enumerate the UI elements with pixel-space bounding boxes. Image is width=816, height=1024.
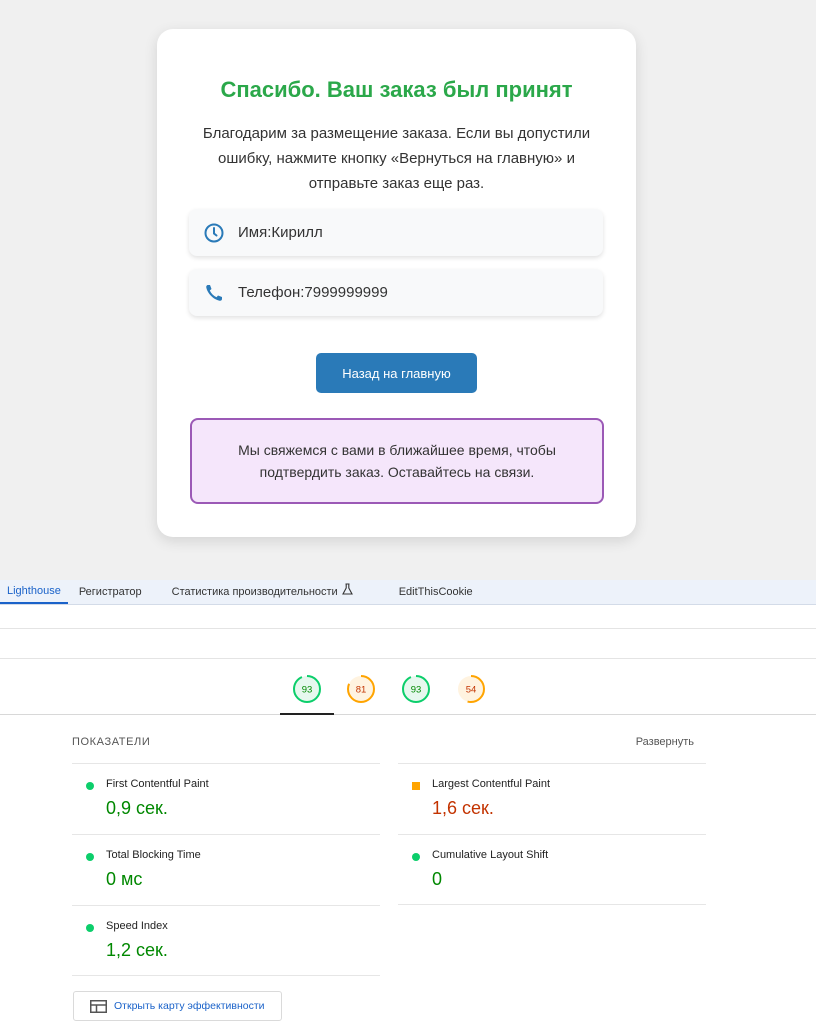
tab-lighthouse[interactable]: Lighthouse	[0, 579, 68, 604]
treemap-button-label: Открыть карту эффективности	[114, 1000, 265, 1012]
metric-lcp: Largest Contentful Paint 1,6 сек.	[398, 763, 706, 834]
metric-value: 1,6 сек.	[432, 798, 494, 818]
active-gauge-indicator	[280, 713, 334, 715]
back-home-button[interactable]: Назад на главную	[316, 353, 477, 393]
clock-icon	[203, 222, 225, 244]
gauge-score: 93	[302, 685, 313, 696]
treemap-icon	[90, 999, 107, 1013]
phone-icon	[203, 282, 225, 304]
page-viewport: Спасибо. Ваш заказ был принят Благодарим…	[0, 0, 816, 580]
customer-name-row: Имя:Кирилл	[189, 209, 603, 256]
tab-recorder[interactable]: Регистратор	[72, 579, 149, 604]
open-treemap-button[interactable]: Открыть карту эффективности	[73, 991, 282, 1021]
metrics-label: ПОКАЗАТЕЛИ	[72, 736, 151, 748]
tab-label: Регистратор	[78, 585, 142, 598]
score-gauge-seo[interactable]: 54	[456, 674, 486, 704]
tab-label: Lighthouse	[7, 584, 61, 597]
metric-name: Largest Contentful Paint	[432, 778, 551, 790]
tab-label: Статистика производительности	[171, 585, 338, 598]
metric-name: Total Blocking Time	[106, 849, 201, 861]
customer-name: Имя:Кирилл	[238, 224, 323, 241]
metric-value: 1,2 сек.	[106, 940, 168, 960]
tab-label: EditThisCookie	[398, 585, 473, 598]
toolbar-strip	[0, 605, 816, 629]
devtools-panel: Lighthouse Регистратор Статистика произв…	[0, 580, 816, 1024]
flask-icon	[341, 580, 353, 604]
contact-notice: Мы свяжемся с вами в ближайшее время, чт…	[190, 418, 604, 504]
status-dot	[86, 924, 94, 932]
metric-speed-index: Speed Index 1,2 сек.	[72, 905, 380, 976]
metric-value: 0,9 сек.	[106, 798, 168, 818]
metric-name: Cumulative Layout Shift	[432, 849, 549, 861]
report-url-strip	[0, 629, 816, 659]
tab-performance-insights[interactable]: Статистика производительности	[165, 579, 360, 604]
customer-phone-row: Телефон:7999999999	[189, 269, 603, 316]
gauge-score: 54	[466, 685, 477, 696]
metrics-header: ПОКАЗАТЕЛИ Развернуть	[72, 736, 706, 748]
metric-value: 0	[432, 869, 443, 889]
status-dot	[86, 853, 94, 861]
score-gauge-performance[interactable]: 93	[292, 674, 322, 704]
order-description: Благодарим за размещение заказа. Если вы…	[202, 125, 591, 192]
customer-phone: Телефон:7999999999	[238, 284, 388, 301]
order-confirmation-card: Спасибо. Ваш заказ был принят Благодарим…	[157, 29, 636, 537]
metric-tbt: Total Blocking Time 0 мс	[72, 834, 380, 905]
status-dot	[412, 853, 420, 861]
metric-name: Speed Index	[106, 920, 168, 932]
devtools-tabbar: Lighthouse Регистратор Статистика произв…	[0, 580, 816, 605]
gauge-score: 93	[411, 685, 422, 696]
status-dot	[86, 782, 94, 790]
score-gauge-best-practices[interactable]: 93	[401, 674, 431, 704]
tab-editthiscookie[interactable]: EditThisCookie	[392, 579, 480, 604]
metric-value: 0 мс	[106, 869, 143, 889]
metric-fcp: First Contentful Paint 0,9 сек.	[72, 763, 380, 834]
metric-cls: Cumulative Layout Shift 0	[398, 834, 706, 905]
score-gauges: 93 81 93 54	[0, 659, 816, 715]
page-title: Спасибо. Ваш заказ был принят	[220, 77, 573, 102]
status-square	[412, 782, 420, 790]
gauge-score: 81	[356, 685, 367, 696]
score-gauge-accessibility[interactable]: 81	[346, 674, 376, 704]
expand-link[interactable]: Развернуть	[636, 736, 694, 748]
metric-name: First Contentful Paint	[106, 778, 209, 790]
